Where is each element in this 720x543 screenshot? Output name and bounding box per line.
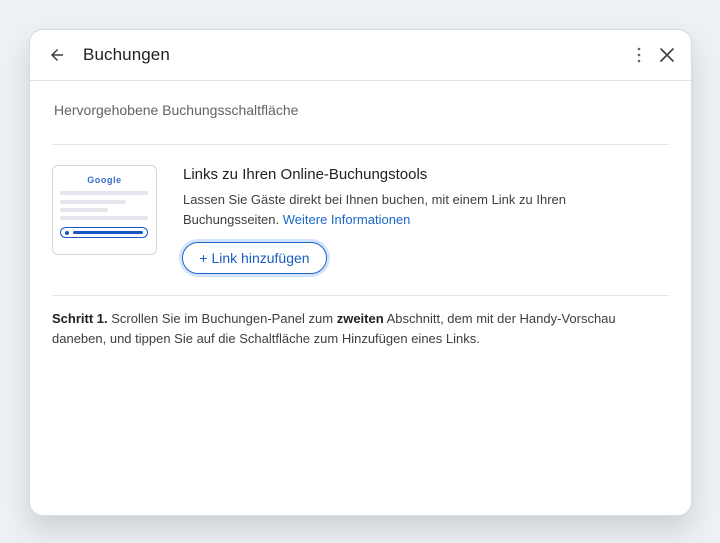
placeholder-line (60, 191, 148, 195)
step-label: Schritt 1. (52, 311, 108, 326)
more-options-button[interactable] (628, 43, 650, 67)
divider (52, 144, 669, 145)
instruction-part1: Scrollen Sie im Buchungen-Panel zum (111, 311, 334, 326)
instruction-emphasis: zweiten (336, 311, 384, 326)
booking-button-preview (60, 227, 148, 238)
pill-bar (73, 231, 143, 234)
close-button[interactable] (654, 42, 680, 68)
panel-header: Buchungen (30, 30, 691, 81)
google-logo: Google (87, 175, 122, 185)
card-title: Links zu Ihren Online-Buchungstools (183, 166, 428, 183)
booking-panel: Buchungen Hervorgehobene Buchungsschaltf… (29, 29, 692, 516)
placeholder-line (60, 208, 108, 212)
card-description: Lassen Sie Gäste direkt bei Ihnen buchen… (183, 190, 623, 230)
arrow-back-icon (51, 49, 63, 61)
placeholder-line (60, 216, 148, 220)
add-link-button[interactable]: + Link hinzufügen (182, 242, 327, 274)
instruction-text: Schritt 1. Scrollen Sie im Buchungen-Pan… (52, 309, 662, 349)
divider (52, 295, 669, 296)
back-button[interactable] (44, 42, 70, 68)
pill-dot (65, 230, 69, 235)
close-icon (660, 48, 674, 62)
booking-preview-thumbnail: Google (52, 165, 157, 255)
more-vert-icon (637, 47, 641, 63)
page-title: Buchungen (83, 45, 170, 64)
learn-more-link[interactable]: Weitere Informationen (283, 212, 411, 227)
section-title: Hervorgehobene Buchungsschaltfläche (54, 102, 299, 118)
placeholder-line (60, 200, 126, 204)
